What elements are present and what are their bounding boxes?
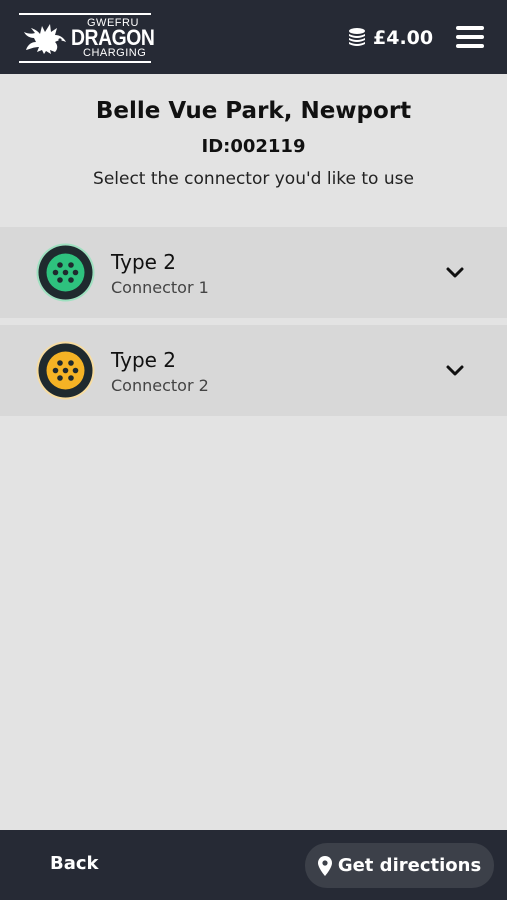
coins-icon xyxy=(349,28,365,46)
get-directions-label: Get directions xyxy=(337,855,482,876)
brand-bottom-text: CHARGING xyxy=(83,47,147,59)
type2-plug-icon xyxy=(36,341,95,400)
instruction-text: Select the connector you'd like to use xyxy=(93,169,414,189)
top-bar: GWEFRU DRAGON CHARGING £4.00 xyxy=(0,0,507,74)
site-name: Belle Vue Park, Newport xyxy=(95,98,412,124)
connector-row-2[interactable]: Type 2 Connector 2 xyxy=(0,325,507,416)
get-directions-button[interactable]: Get directions xyxy=(305,843,494,888)
brand-logo[interactable]: GWEFRU DRAGON CHARGING xyxy=(19,13,155,63)
chevron-down-icon[interactable] xyxy=(445,363,465,377)
connector-type: Type 2 xyxy=(111,348,177,372)
hamburger-menu-icon[interactable] xyxy=(456,26,484,48)
connector-row-1[interactable]: Type 2 Connector 1 xyxy=(0,227,507,318)
map-pin-icon xyxy=(317,855,332,876)
site-header: Belle Vue Park, Newport ID:002119 Select… xyxy=(0,74,507,224)
connector-label: Connector 2 xyxy=(111,376,209,395)
type2-plug-icon xyxy=(36,243,95,302)
site-id: ID:002119 xyxy=(201,136,306,157)
connector-type: Type 2 xyxy=(111,250,177,274)
brand-main-text: DRAGON xyxy=(71,25,155,50)
dragon-icon xyxy=(24,24,66,54)
balance-amount: £4.00 xyxy=(373,27,434,49)
connector-label: Connector 1 xyxy=(111,278,209,297)
wallet-balance[interactable]: £4.00 xyxy=(347,24,433,52)
chevron-down-icon[interactable] xyxy=(445,265,465,279)
bottom-bar: Back Get directions xyxy=(0,830,507,900)
back-button[interactable]: Back xyxy=(50,853,99,874)
